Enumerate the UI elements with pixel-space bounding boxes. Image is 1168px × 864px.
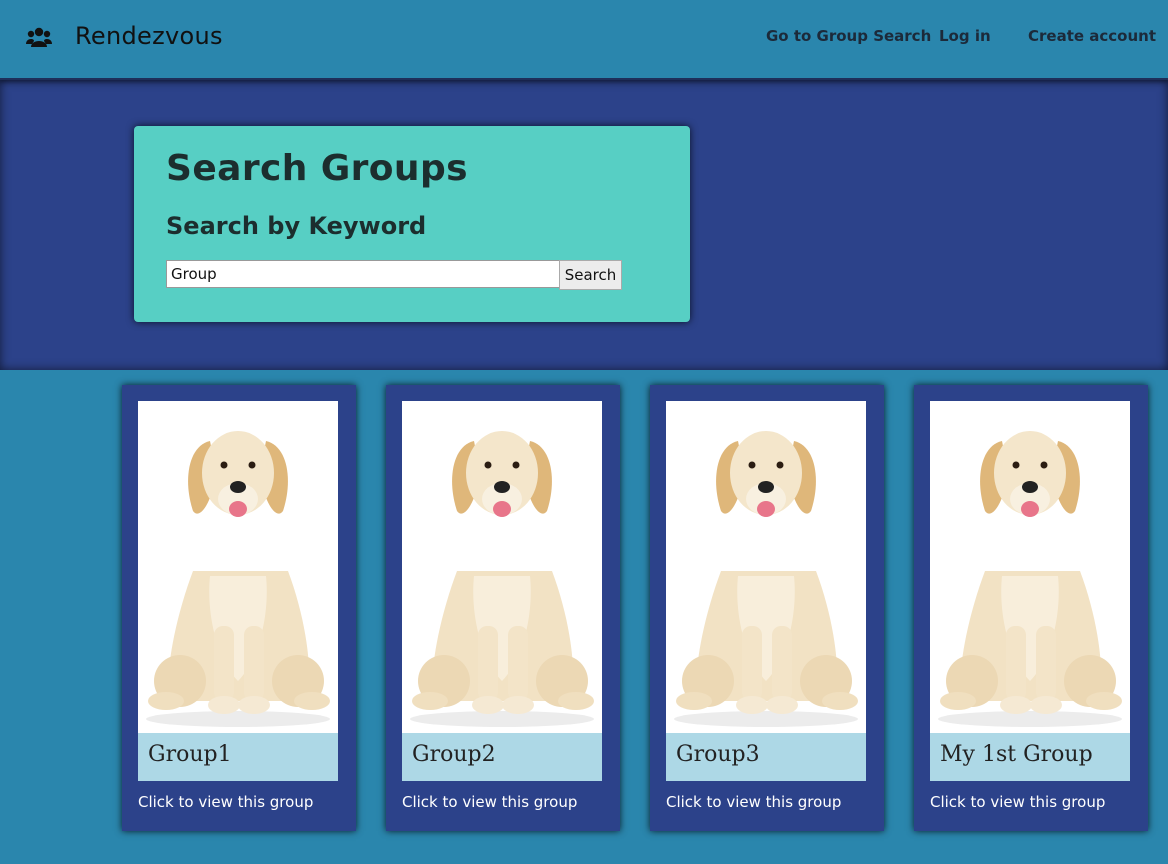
nav-group-search-link[interactable]: Go to Group Search [766,27,931,45]
group-card[interactable]: Group1 Click to view this group [122,385,356,831]
puppy-image [138,401,338,733]
search-button[interactable]: Search [559,260,622,290]
group-name: My 1st Group [940,742,1093,767]
view-group-link[interactable]: Click to view this group [930,793,1105,811]
top-navbar: Rendezvous Go to Group Search Log in Cre… [0,0,1168,80]
view-group-link[interactable]: Click to view this group [402,793,577,811]
brand-name[interactable]: Rendezvous [75,22,223,50]
nav-create-account-link[interactable]: Create account [1028,27,1156,45]
view-group-link[interactable]: Click to view this group [666,793,841,811]
group-name-bar: Group2 [402,733,602,781]
group-name: Group3 [676,742,760,767]
group-card[interactable]: Group2 Click to view this group [386,385,620,831]
puppy-image [930,401,1130,733]
group-image[interactable] [402,401,602,733]
search-input[interactable] [166,260,560,288]
page-title: Search Groups [166,148,468,189]
group-image[interactable] [930,401,1130,733]
group-name: Group1 [148,742,232,767]
group-image[interactable] [138,401,338,733]
group-name: Group2 [412,742,496,767]
group-card[interactable]: My 1st Group Click to view this group [914,385,1148,831]
users-icon [26,27,52,47]
search-subtitle: Search by Keyword [166,212,427,240]
group-name-bar: My 1st Group [930,733,1130,781]
view-group-link[interactable]: Click to view this group [138,793,313,811]
nav-login-link[interactable]: Log in [939,27,991,45]
group-image[interactable] [666,401,866,733]
group-name-bar: Group3 [666,733,866,781]
group-name-bar: Group1 [138,733,338,781]
group-card[interactable]: Group3 Click to view this group [650,385,884,831]
puppy-image [402,401,602,733]
search-panel: Search Groups Search by Keyword Search [134,126,690,322]
puppy-image [666,401,866,733]
